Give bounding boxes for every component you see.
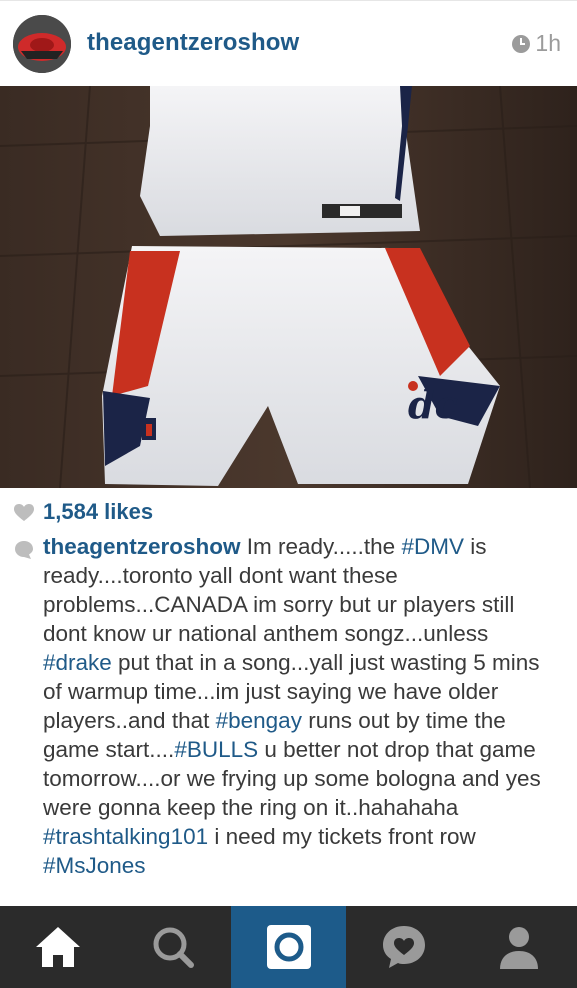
caption-text: i need my tickets front row bbox=[208, 824, 476, 849]
hashtag-link[interactable]: #bengay bbox=[216, 708, 302, 733]
tab-home[interactable] bbox=[0, 906, 115, 988]
hashtag-link[interactable]: #DMV bbox=[401, 534, 464, 559]
post-photo[interactable]: dc bbox=[0, 86, 577, 488]
home-icon bbox=[35, 927, 80, 967]
avatar[interactable] bbox=[13, 15, 71, 73]
camera-icon bbox=[266, 925, 311, 969]
heart-bubble-icon bbox=[382, 926, 425, 968]
hashtag-link[interactable]: #drake bbox=[43, 650, 112, 675]
tab-profile[interactable] bbox=[462, 906, 577, 988]
post-timestamp: 1h bbox=[511, 30, 561, 57]
tab-explore[interactable] bbox=[115, 906, 230, 988]
hashtag-link[interactable]: #trashtalking101 bbox=[43, 824, 208, 849]
caption-username[interactable]: theagentzeroshow bbox=[43, 534, 241, 559]
time-label: 1h bbox=[535, 30, 561, 56]
comment-icon bbox=[15, 541, 33, 559]
post-username[interactable]: theagentzeroshow bbox=[87, 29, 299, 57]
post-header: theagentzeroshow 1h bbox=[0, 0, 577, 87]
tab-activity[interactable] bbox=[346, 906, 461, 988]
search-icon bbox=[153, 927, 195, 968]
caption-text: Im ready.....the bbox=[240, 534, 402, 559]
hashtag-link[interactable]: #MsJones bbox=[43, 853, 146, 878]
bottom-tab-bar bbox=[0, 906, 577, 988]
likes-count[interactable]: 1,584 likes bbox=[43, 499, 153, 525]
likes-row: 1,584 likes bbox=[0, 496, 577, 528]
heart-icon[interactable] bbox=[14, 504, 34, 522]
hashtag-link[interactable]: #BULLS bbox=[174, 737, 258, 762]
clock-icon bbox=[512, 34, 531, 53]
tab-camera[interactable] bbox=[230, 906, 347, 988]
person-icon bbox=[500, 927, 539, 969]
post-caption: theagentzeroshow Im ready.....the #DMV i… bbox=[43, 532, 563, 880]
